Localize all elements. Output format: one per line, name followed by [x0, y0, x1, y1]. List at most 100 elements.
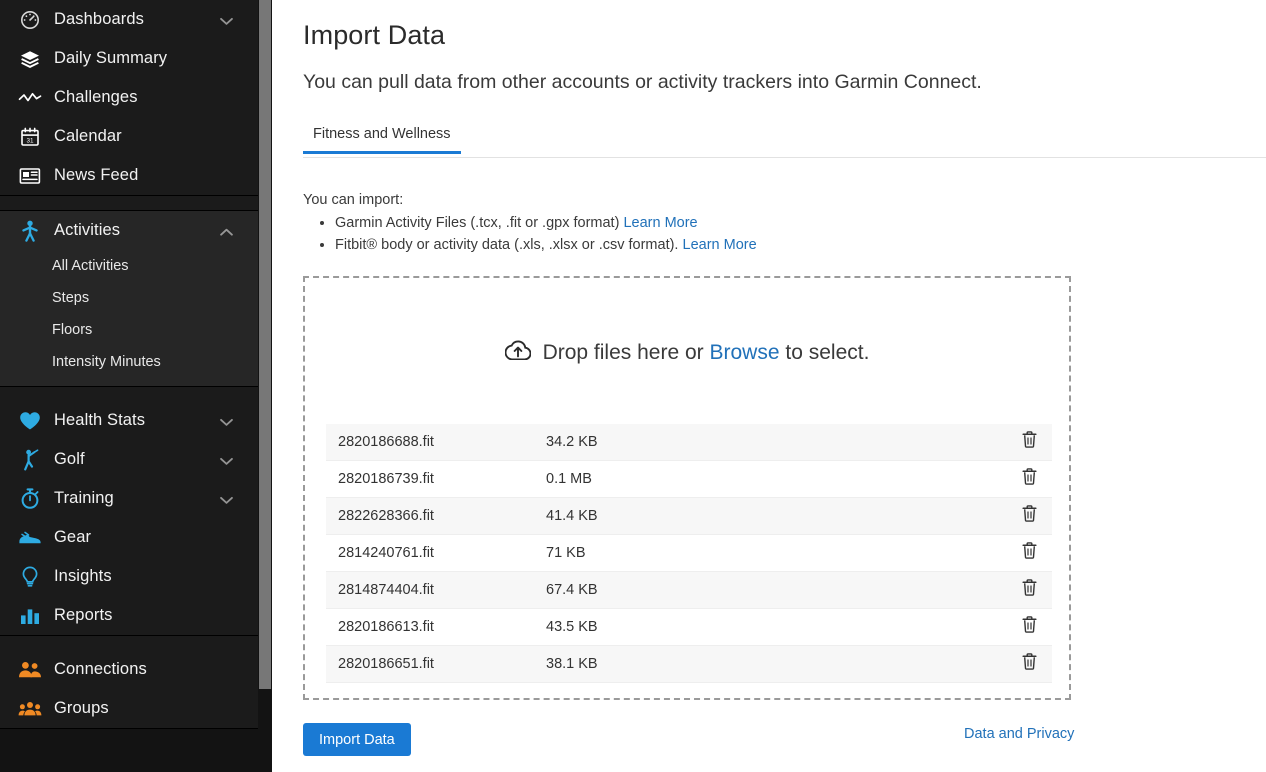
sidebar-scrollbar-thumb[interactable]: [259, 0, 271, 689]
sidebar-item-insights[interactable]: Insights: [0, 557, 258, 596]
delete-file-button[interactable]: [1006, 542, 1052, 564]
file-size: 41.4 KB: [546, 508, 1006, 524]
svg-text:31: 31: [26, 137, 34, 144]
format-text-garmin: Garmin Activity Files (.tcx, .fit or .gp…: [335, 215, 619, 231]
sidebar-subitem-all-activities[interactable]: All Activities: [0, 250, 258, 282]
sidebar-item-training[interactable]: Training: [0, 479, 258, 518]
sidebar-group-spacer: [0, 387, 258, 401]
stopwatch-icon: [16, 488, 44, 510]
trash-icon: [1022, 542, 1037, 564]
file-name: 2820186739.fit: [326, 471, 546, 487]
sidebar-subitem-floors[interactable]: Floors: [0, 314, 258, 346]
running-person-icon: [16, 220, 44, 242]
table-row[interactable]: 2822628366.fit41.4 KB: [326, 498, 1052, 535]
page-title: Import Data: [303, 20, 445, 51]
file-size: 71 KB: [546, 545, 1006, 561]
sidebar-group-spacer: [0, 196, 258, 210]
cloud-upload-icon: [505, 340, 531, 365]
sidebar-item-news-feed[interactable]: News Feed: [0, 156, 258, 195]
trash-icon: [1022, 468, 1037, 490]
import-formats-label: You can import:: [303, 192, 403, 208]
lightbulb-icon: [16, 566, 44, 588]
trash-icon: [1022, 579, 1037, 601]
delete-file-button[interactable]: [1006, 468, 1052, 490]
heart-icon: [16, 410, 44, 432]
file-name: 2814240761.fit: [326, 545, 546, 561]
chevron-down-icon[interactable]: [220, 13, 234, 27]
sidebar-group-spacer: [0, 636, 258, 650]
dropzone-text-before: Drop files here or: [543, 341, 704, 364]
page-subtitle: You can pull data from other accounts or…: [303, 71, 982, 94]
file-dropzone[interactable]: Drop files here or Browse to select. 282…: [303, 276, 1071, 700]
table-row[interactable]: 2820186739.fit0.1 MB: [326, 461, 1052, 498]
news-feed-icon: [16, 165, 44, 187]
sidebar-item-label: News Feed: [54, 166, 246, 185]
sidebar-subitem-label: All Activities: [52, 258, 129, 274]
import-data-button[interactable]: Import Data: [303, 723, 411, 756]
sidebar-nav-list: DashboardsDaily SummaryChallenges31Calen…: [0, 0, 258, 729]
sidebar-subitem-intensity-minutes[interactable]: Intensity Minutes: [0, 346, 258, 378]
delete-file-button[interactable]: [1006, 653, 1052, 675]
three-people-icon: [16, 698, 44, 720]
sidebar-item-activities[interactable]: Activities: [0, 211, 258, 250]
file-size: 43.5 KB: [546, 619, 1006, 635]
sidebar-item-golf[interactable]: Golf: [0, 440, 258, 479]
sidebar-item-daily-summary[interactable]: Daily Summary: [0, 39, 258, 78]
file-name: 2820186651.fit: [326, 656, 546, 672]
sidebar-item-groups[interactable]: Groups: [0, 689, 258, 728]
learn-more-link-garmin[interactable]: Learn More: [623, 215, 697, 231]
sidebar-item-label: Gear: [54, 528, 246, 547]
chevron-down-icon[interactable]: [220, 414, 234, 428]
chevron-down-icon[interactable]: [220, 492, 234, 506]
file-size: 0.1 MB: [546, 471, 1006, 487]
file-name: 2820186613.fit: [326, 619, 546, 635]
dropzone-text: Drop files here or Browse to select.: [543, 341, 870, 365]
trash-icon: [1022, 653, 1037, 675]
sidebar-item-challenges[interactable]: Challenges: [0, 78, 258, 117]
dropzone-text-after: to select.: [785, 341, 869, 364]
browse-link[interactable]: Browse: [710, 341, 780, 364]
tab-bar: Fitness and Wellness: [303, 124, 1266, 158]
trash-icon: [1022, 616, 1037, 638]
sidebar-subitem-steps[interactable]: Steps: [0, 282, 258, 314]
chevron-up-icon[interactable]: [220, 224, 234, 238]
sidebar-item-label: Insights: [54, 567, 246, 586]
sidebar-item-connections[interactable]: Connections: [0, 650, 258, 689]
file-size: 67.4 KB: [546, 582, 1006, 598]
sidebar-item-label: Connections: [54, 660, 246, 679]
table-row[interactable]: 2814240761.fit71 KB: [326, 535, 1052, 572]
delete-file-button[interactable]: [1006, 505, 1052, 527]
chevron-down-icon[interactable]: [220, 453, 234, 467]
delete-file-button[interactable]: [1006, 579, 1052, 601]
two-people-icon: [16, 659, 44, 681]
sidebar-item-reports[interactable]: Reports: [0, 596, 258, 635]
tab-fitness-and-wellness[interactable]: Fitness and Wellness: [303, 126, 461, 154]
golfer-icon: [16, 449, 44, 471]
table-row[interactable]: 2820186688.fit34.2 KB: [326, 424, 1052, 461]
sidebar-item-health-stats[interactable]: Health Stats: [0, 401, 258, 440]
import-formats-list: Garmin Activity Files (.tcx, .fit or .gp…: [313, 212, 757, 256]
bar-chart-icon: [16, 605, 44, 627]
main-content: Import Data You can pull data from other…: [272, 0, 1266, 772]
trash-icon: [1022, 431, 1037, 453]
sidebar-item-dashboards[interactable]: Dashboards: [0, 0, 258, 39]
learn-more-link-fitbit[interactable]: Learn More: [683, 237, 757, 253]
file-size: 34.2 KB: [546, 434, 1006, 450]
table-row[interactable]: 2814874404.fit67.4 KB: [326, 572, 1052, 609]
file-size: 38.1 KB: [546, 656, 1006, 672]
table-row[interactable]: 2820186613.fit43.5 KB: [326, 609, 1052, 646]
sidebar-item-label: Training: [54, 489, 220, 508]
shoe-icon: [16, 527, 44, 549]
format-text-fitbit: Fitbit® body or activity data (.xls, .xl…: [335, 237, 678, 253]
sidebar-item-label: Reports: [54, 606, 246, 625]
sidebar-item-label: Golf: [54, 450, 220, 469]
sidebar-group-1: Activities All Activities Steps Floors Inten…: [0, 210, 258, 387]
delete-file-button[interactable]: [1006, 431, 1052, 453]
sidebar-item-calendar[interactable]: 31Calendar: [0, 117, 258, 156]
data-and-privacy-link[interactable]: Data and Privacy: [964, 726, 1074, 742]
sidebar-subitem-label: Floors: [52, 322, 92, 338]
table-row[interactable]: 2820186651.fit38.1 KB: [326, 646, 1052, 683]
delete-file-button[interactable]: [1006, 616, 1052, 638]
file-name: 2820186688.fit: [326, 434, 546, 450]
sidebar-item-gear[interactable]: Gear: [0, 518, 258, 557]
